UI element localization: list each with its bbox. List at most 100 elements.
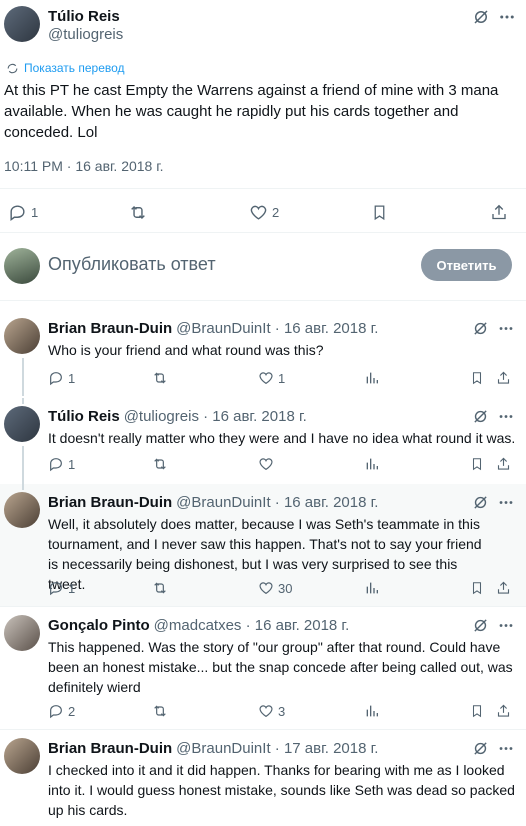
views-button[interactable]	[364, 703, 380, 719]
grok-icon[interactable]	[472, 408, 489, 425]
reply-tweet[interactable]: Túlio Reis @tuliogreis · 16 авг. 2018 г.…	[0, 398, 526, 484]
reply-icon	[48, 456, 64, 472]
like-button[interactable]: 30	[258, 580, 292, 596]
reply-tweet[interactable]: Brian Braun-Duin @BraunDuinIt · 17 авг. …	[0, 730, 526, 826]
reply-count: 1	[31, 205, 39, 220]
reply-text: I checked into it and it did happen. Tha…	[48, 762, 515, 818]
reply-icon	[8, 203, 27, 222]
reply-author-name[interactable]: Brian Braun-Duin	[48, 494, 172, 511]
bookmark-button[interactable]	[470, 456, 484, 472]
avatar[interactable]	[4, 318, 40, 354]
divider	[0, 232, 526, 233]
reply-author-name[interactable]: Gonçalo Pinto	[48, 617, 150, 634]
bookmark-icon	[371, 203, 388, 222]
views-icon	[364, 370, 380, 386]
more-icon[interactable]	[497, 8, 517, 26]
avatar[interactable]	[4, 6, 40, 42]
views-icon	[364, 580, 380, 596]
views-icon	[364, 703, 380, 719]
tweet-timestamp[interactable]: 10:11 PM · 16 авг. 2018 г.	[4, 158, 164, 174]
reply-submit-button[interactable]: Ответить	[421, 249, 512, 281]
like-count: 1	[278, 370, 286, 386]
reply-button[interactable]: 2	[48, 703, 75, 719]
reply-icon	[48, 370, 64, 386]
retweet-button[interactable]	[151, 370, 169, 386]
reply-author-name[interactable]: Brian Braun-Duin	[48, 740, 172, 757]
avatar[interactable]	[4, 492, 40, 528]
reply-author-name[interactable]: Brian Braun-Duin	[48, 320, 172, 337]
views-button[interactable]	[364, 580, 380, 596]
share-icon	[496, 370, 511, 386]
author-name[interactable]: Túlio Reis	[48, 8, 120, 25]
reply-text: This happened. Was the story of "our gro…	[48, 639, 513, 695]
like-button[interactable]	[258, 456, 278, 472]
views-button[interactable]	[364, 370, 380, 386]
retweet-button[interactable]	[128, 203, 148, 222]
retweet-button[interactable]	[151, 580, 169, 596]
like-button[interactable]: 2	[249, 203, 279, 222]
retweet-icon	[151, 703, 169, 719]
more-icon[interactable]	[497, 320, 515, 337]
reply-button[interactable]: 1	[48, 456, 75, 472]
share-button[interactable]	[496, 370, 511, 386]
grok-icon[interactable]	[472, 740, 489, 757]
reply-button[interactable]: 1	[48, 370, 75, 386]
more-icon[interactable]	[497, 617, 515, 634]
share-button[interactable]	[496, 703, 511, 719]
more-icon[interactable]	[497, 408, 515, 425]
share-button[interactable]	[496, 580, 511, 596]
avatar[interactable]	[4, 406, 40, 442]
retweet-icon	[151, 456, 169, 472]
tweet-text: At this PT he cast Empty the Warrens aga…	[4, 82, 499, 141]
share-icon	[496, 580, 511, 596]
reply-count: 1	[68, 456, 76, 472]
reply-author-name[interactable]: Túlio Reis	[48, 408, 120, 425]
reply-button[interactable]: 1	[48, 580, 75, 596]
bookmark-button[interactable]	[470, 370, 484, 386]
reply-tweet[interactable]: Gonçalo Pinto @madcatxes · 16 авг. 2018 …	[0, 607, 526, 729]
grok-icon[interactable]	[472, 320, 489, 337]
reply-author-meta[interactable]: @madcatxes · 16 авг. 2018 г.	[154, 617, 350, 634]
reply-author-meta[interactable]: @tuliogreis · 16 авг. 2018 г.	[124, 408, 307, 425]
like-button[interactable]: 3	[258, 703, 285, 719]
avatar[interactable]	[4, 615, 40, 651]
share-button[interactable]	[496, 456, 511, 472]
reply-text: It doesn't really matter who they were a…	[48, 430, 516, 446]
grok-icon[interactable]	[472, 8, 490, 26]
grok-icon[interactable]	[472, 494, 489, 511]
bookmark-button[interactable]	[470, 580, 484, 596]
reply-author-meta[interactable]: @BraunDuinIt · 16 авг. 2018 г.	[176, 320, 378, 337]
composer-avatar[interactable]	[4, 248, 40, 284]
retweet-button[interactable]	[151, 703, 169, 719]
reply-count: 1	[68, 580, 76, 596]
reply-input[interactable]: Опубликовать ответ	[48, 254, 216, 275]
reply-tweet[interactable]: Brian Braun-Duin @BraunDuinIt · 16 авг. …	[0, 310, 526, 398]
more-icon[interactable]	[497, 740, 515, 757]
reply-author-meta[interactable]: @BraunDuinIt · 17 авг. 2018 г.	[176, 740, 378, 757]
reply-tweet[interactable]: Brian Braun-Duin @BraunDuinIt · 16 авг. …	[0, 484, 526, 606]
more-icon[interactable]	[497, 494, 515, 511]
retweet-icon	[151, 580, 169, 596]
reply-author-meta[interactable]: @BraunDuinIt · 16 авг. 2018 г.	[176, 494, 378, 511]
divider	[0, 300, 526, 301]
thread-line	[22, 358, 24, 396]
share-icon	[490, 203, 508, 222]
avatar[interactable]	[4, 738, 40, 774]
author-handle[interactable]: @tuliogreis	[48, 26, 123, 43]
thread-line	[22, 484, 24, 490]
like-button[interactable]: 1	[258, 370, 285, 386]
bookmark-button[interactable]	[470, 703, 484, 719]
views-button[interactable]	[364, 456, 380, 472]
grok-icon[interactable]	[472, 617, 489, 634]
heart-icon	[258, 703, 274, 719]
bookmark-button[interactable]	[371, 203, 388, 222]
bookmark-icon	[470, 370, 484, 386]
share-icon	[496, 456, 511, 472]
share-button[interactable]	[490, 203, 508, 222]
reply-button[interactable]: 1	[8, 203, 38, 222]
retweet-button[interactable]	[151, 456, 169, 472]
like-count: 30	[278, 580, 293, 596]
bookmark-icon	[470, 703, 484, 719]
translate-link[interactable]: Показать перевод	[6, 61, 125, 75]
thread-line	[22, 446, 24, 484]
